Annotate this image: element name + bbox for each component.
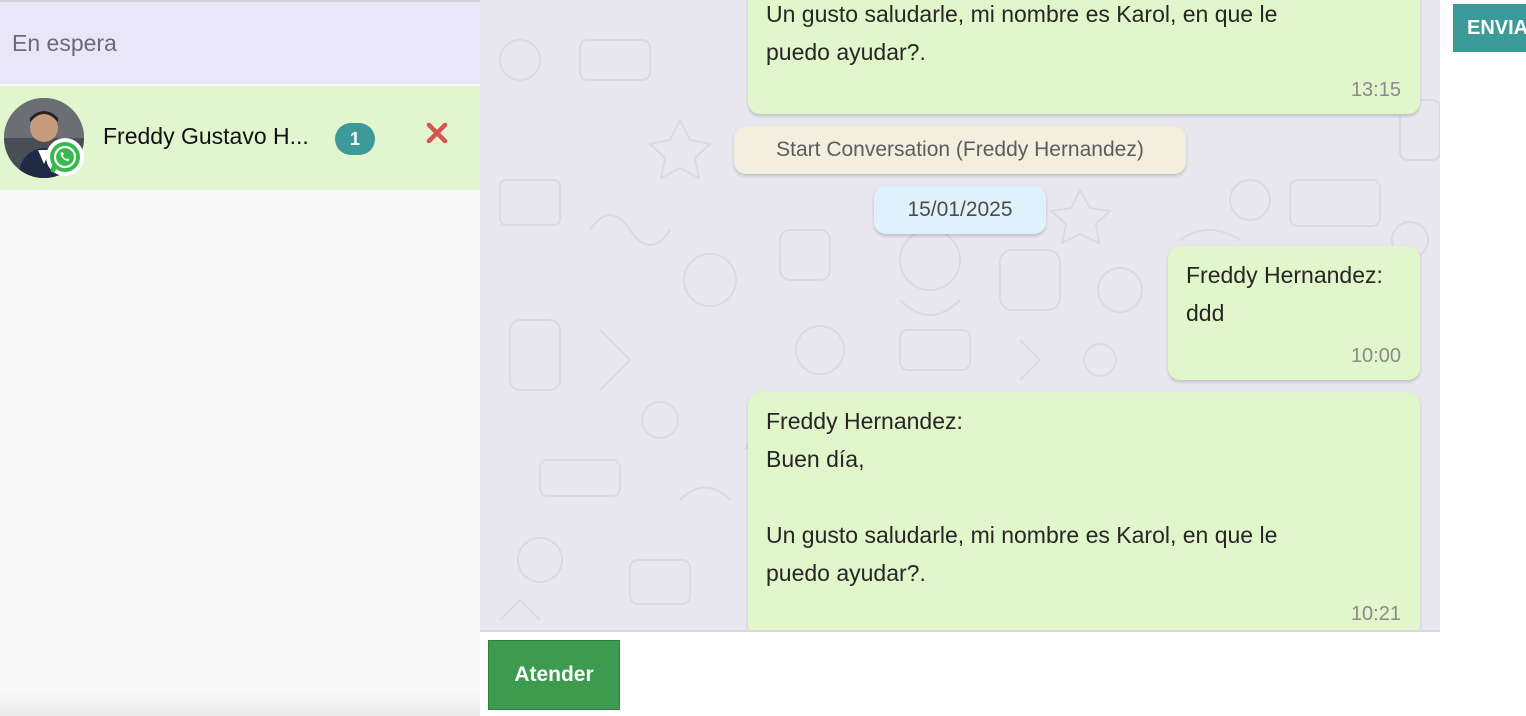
message-time: 13:15 [1350, 79, 1401, 101]
message-text: Freddy Hernandez: Buen día, Un gusto sal… [766, 408, 1278, 586]
right-toolbar: ENVIAR [1440, 0, 1526, 716]
message-bubble-short: Freddy Hernandez: ddd 10:00 [1168, 246, 1420, 380]
whatsapp-icon [46, 138, 84, 176]
queue-panel: En espera Freddy Gustavo H... 1 [0, 0, 480, 716]
chat-panel: Un gusto saludarle, mi nombre es Karol, … [480, 0, 1440, 716]
message-time: 10:21 [1350, 603, 1401, 625]
contact-list-item[interactable]: Freddy Gustavo H... 1 [0, 86, 480, 190]
message-bubble-long: Freddy Hernandez: Buen día, Un gusto sal… [748, 392, 1420, 638]
message-time: 10:00 [1350, 345, 1401, 367]
contact-name: Freddy Gustavo H... [103, 123, 309, 149]
date-separator-text: 15/01/2025 [907, 198, 1013, 221]
queue-section-header: En espera [0, 2, 480, 84]
message-bubble-top: Un gusto saludarle, mi nombre es Karol, … [748, 0, 1420, 114]
close-icon[interactable] [422, 118, 452, 148]
attend-button[interactable]: Atender [488, 640, 620, 710]
queue-panel-footer [0, 692, 480, 716]
system-event-text: Start Conversation (Freddy Hernandez) [776, 138, 1144, 161]
message-text: Freddy Hernandez: ddd [1186, 262, 1383, 326]
conversation-start-event: Start Conversation (Freddy Hernandez) [734, 126, 1186, 174]
date-separator: 15/01/2025 [874, 186, 1046, 234]
queue-section-title: En espera [12, 29, 117, 56]
chat-footer: Atender [480, 630, 1440, 716]
message-text: Un gusto saludarle, mi nombre es Karol, … [766, 1, 1278, 65]
unread-count-badge: 1 [335, 123, 375, 155]
send-button[interactable]: ENVIAR [1453, 4, 1526, 52]
